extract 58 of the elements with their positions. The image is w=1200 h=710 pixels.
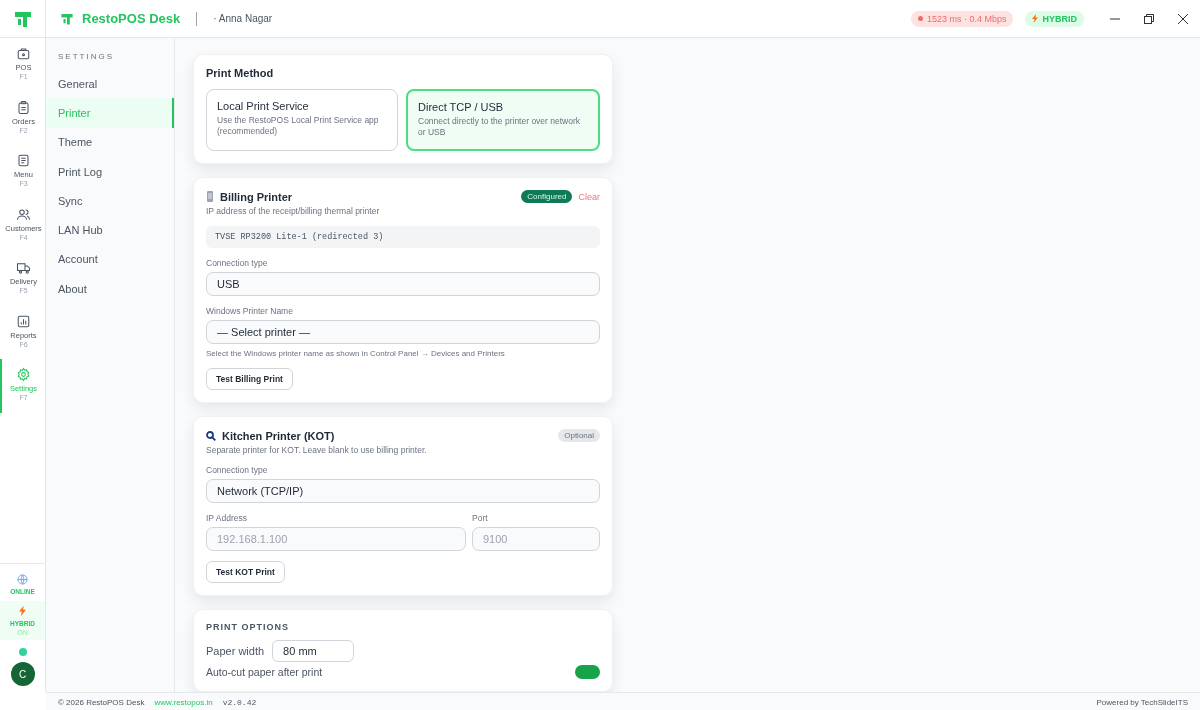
settings-nav-item[interactable]: Theme <box>46 127 174 157</box>
card-subtitle: IP address of the receipt/billing thermal printer <box>206 206 381 216</box>
copyright-text: © 2026 RestoPOS Desk <box>58 697 145 707</box>
settings-nav-item[interactable]: About <box>46 274 174 304</box>
field-label: Windows Printer Name <box>206 306 294 316</box>
field-label: Port <box>472 513 489 523</box>
field-label: IP Address <box>206 513 248 523</box>
truck-icon <box>16 260 31 275</box>
field-label: Paper width <box>206 645 265 657</box>
test-print-button[interactable]: Test KOT Print <box>206 561 285 583</box>
mode-badge: HYBRID <box>1025 10 1084 27</box>
bag-icon <box>16 46 31 61</box>
card-title: Billing Printer <box>220 190 293 203</box>
optional-badge: Optional <box>558 429 600 442</box>
section-heading: SETTINGS <box>57 52 115 63</box>
app-name: RestoPOS Desk <box>82 11 181 26</box>
printer-icon <box>206 191 214 202</box>
user-avatar[interactable]: C <box>10 662 35 686</box>
paper-width-field[interactable]: 80 mm <box>272 640 355 662</box>
print-method-option[interactable]: Direct TCP / USB Connect directly to the printer over network or USB <box>406 89 600 151</box>
globe-icon <box>17 574 28 585</box>
settings-nav-item[interactable]: General <box>46 69 174 99</box>
version-label: v2.0.42 <box>222 697 257 707</box>
clipboard-icon <box>16 99 31 115</box>
settings-nav-item[interactable]: Account <box>46 244 174 275</box>
location-label: · Anna Nagar <box>213 13 273 24</box>
settings-icon <box>16 367 31 382</box>
field-label: Connection type <box>206 465 269 475</box>
people-icon <box>16 206 31 222</box>
connection-select[interactable]: USB <box>206 272 600 296</box>
field-label: Connection type <box>206 258 269 268</box>
print-method-option[interactable]: Local Print Service Use the RestoPOS Local Print Service app (recommended) <box>206 89 398 151</box>
settings-nav-item[interactable]: Print Log <box>46 156 174 187</box>
card-title: Kitchen Printer (KOT) <box>222 429 335 442</box>
toggle-switch[interactable] <box>575 665 600 679</box>
status-badge: Configured <box>521 190 573 203</box>
powered-by-text: Powered by TechSlideITS <box>1096 697 1188 707</box>
close-icon[interactable] <box>1178 13 1188 24</box>
magnifier-icon <box>206 430 216 441</box>
document-icon <box>16 153 31 168</box>
settings-nav-item[interactable]: Sync <box>46 186 174 216</box>
status-dot <box>18 648 27 656</box>
test-print-button[interactable]: Test Billing Print <box>206 368 293 390</box>
logo-icon <box>60 11 74 26</box>
latency-badge: 1523 ms · 0.4 Mbps <box>910 10 1014 27</box>
settings-nav-item[interactable]: LAN Hub <box>46 215 174 245</box>
field-hint: Select the Windows printer name as shown in Control Panel → Devices and Printers <box>206 349 506 358</box>
option-label: Auto-cut paper after print <box>206 666 323 678</box>
connection-select[interactable]: Network (TCP/IP) <box>206 479 600 503</box>
device-name: TVSE RP3200 Lite-1 (redirected 3) <box>206 226 600 248</box>
card-subtitle: Separate printer for KOT. Leave blank to use billing printer. <box>206 445 428 455</box>
chart-icon <box>16 313 31 329</box>
printer-select[interactable]: — Select printer — <box>206 320 600 344</box>
lightning-icon <box>1032 14 1039 23</box>
lightning-icon <box>19 605 26 617</box>
section-heading: PRINT OPTIONS <box>206 622 290 632</box>
card-title: Print Method <box>206 67 275 79</box>
restore-icon[interactable] <box>1144 13 1154 24</box>
